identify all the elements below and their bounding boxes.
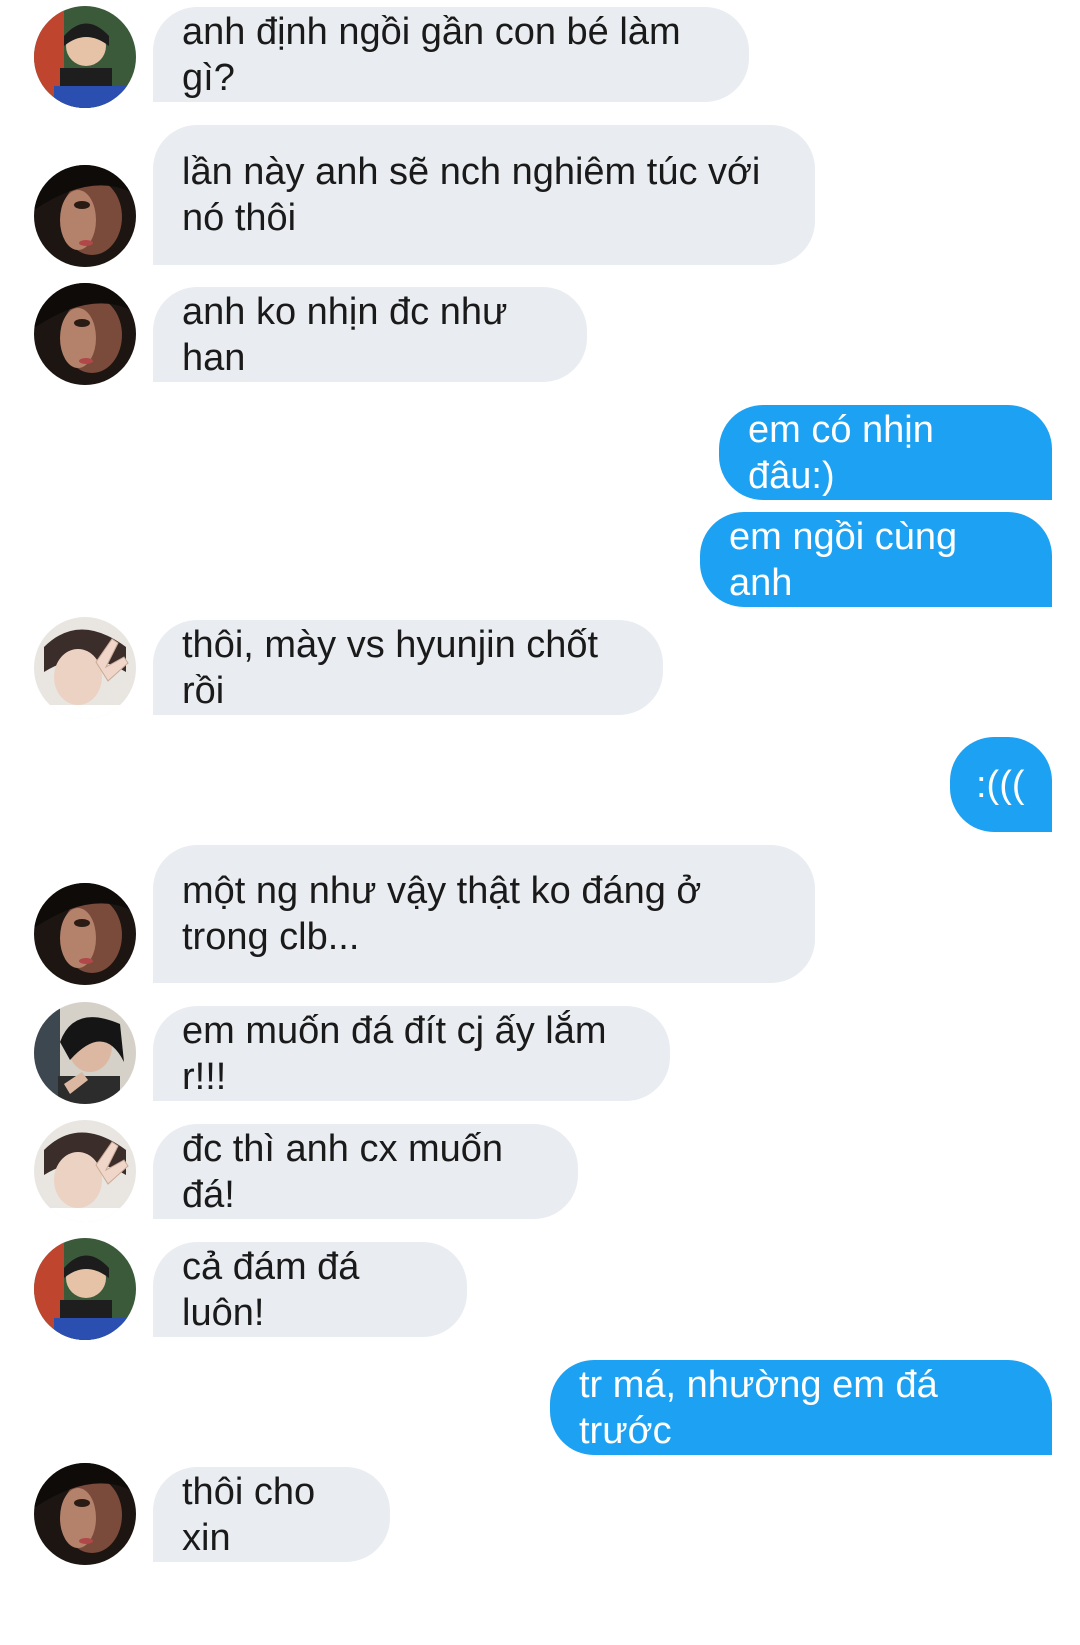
message-text: anh định ngồi gần con bé làm gì? — [182, 10, 681, 99]
message-text: cả đám đá luôn! — [182, 1245, 360, 1334]
message-text: :((( — [976, 763, 1025, 806]
message-text: thôi cho xin — [182, 1470, 316, 1559]
avatar-boy-green-bg[interactable] — [34, 1238, 136, 1340]
message-bubble-incoming[interactable]: thôi, mày vs hyunjin chốt rồi — [153, 620, 663, 715]
message-text: em ngồi cùng anh — [729, 515, 958, 604]
message-bubble-incoming[interactable]: cả đám đá luôn! — [153, 1242, 467, 1337]
avatar-dark-closeup[interactable] — [34, 165, 136, 267]
message-bubble-incoming[interactable]: anh định ngồi gần con bé làm gì? — [153, 7, 749, 102]
message-text: em muốn đá đít cj ấy lắm r!!! — [182, 1009, 607, 1098]
message-thread[interactable]: anh định ngồi gần con bé làm gì? lần này… — [0, 0, 1080, 1645]
message-bubble-incoming[interactable]: thôi cho xin — [153, 1467, 390, 1562]
avatar-boy-green-bg[interactable] — [34, 6, 136, 108]
message-bubble-incoming[interactable]: một ng như vậy thật ko đáng ở trong clb.… — [153, 845, 815, 983]
message-text: em có nhịn đâu:) — [748, 408, 934, 497]
avatar-peace-sign[interactable] — [34, 617, 136, 719]
message-bubble-incoming[interactable]: đc thì anh cx muốn đá! — [153, 1124, 578, 1219]
message-text: một ng như vậy thật ko đáng ở trong clb.… — [182, 870, 702, 958]
avatar-dark-closeup[interactable] — [34, 283, 136, 385]
message-text: lần này anh sẽ nch nghiêm túc với nó thô… — [182, 151, 761, 239]
message-bubble-outgoing[interactable]: em có nhịn đâu:) — [719, 405, 1052, 500]
avatar-boy-dark-hair[interactable] — [34, 1002, 136, 1104]
avatar-peace-sign[interactable] — [34, 1120, 136, 1222]
message-bubble-incoming[interactable]: lần này anh sẽ nch nghiêm túc với nó thô… — [153, 125, 815, 265]
avatar-dark-closeup[interactable] — [34, 883, 136, 985]
message-text: anh ko nhịn đc như han — [182, 290, 508, 379]
message-bubble-incoming[interactable]: anh ko nhịn đc như han — [153, 287, 587, 382]
message-text: thôi, mày vs hyunjin chốt rồi — [182, 623, 599, 712]
message-bubble-outgoing[interactable]: em ngồi cùng anh — [700, 512, 1052, 607]
avatar-dark-closeup[interactable] — [34, 1463, 136, 1565]
message-bubble-outgoing[interactable]: tr má, nhường em đá trước — [550, 1360, 1052, 1455]
message-bubble-outgoing[interactable]: :((( — [950, 737, 1052, 832]
message-text: đc thì anh cx muốn đá! — [182, 1127, 504, 1216]
message-text: tr má, nhường em đá trước — [579, 1363, 938, 1452]
message-bubble-incoming[interactable]: em muốn đá đít cj ấy lắm r!!! — [153, 1006, 670, 1101]
